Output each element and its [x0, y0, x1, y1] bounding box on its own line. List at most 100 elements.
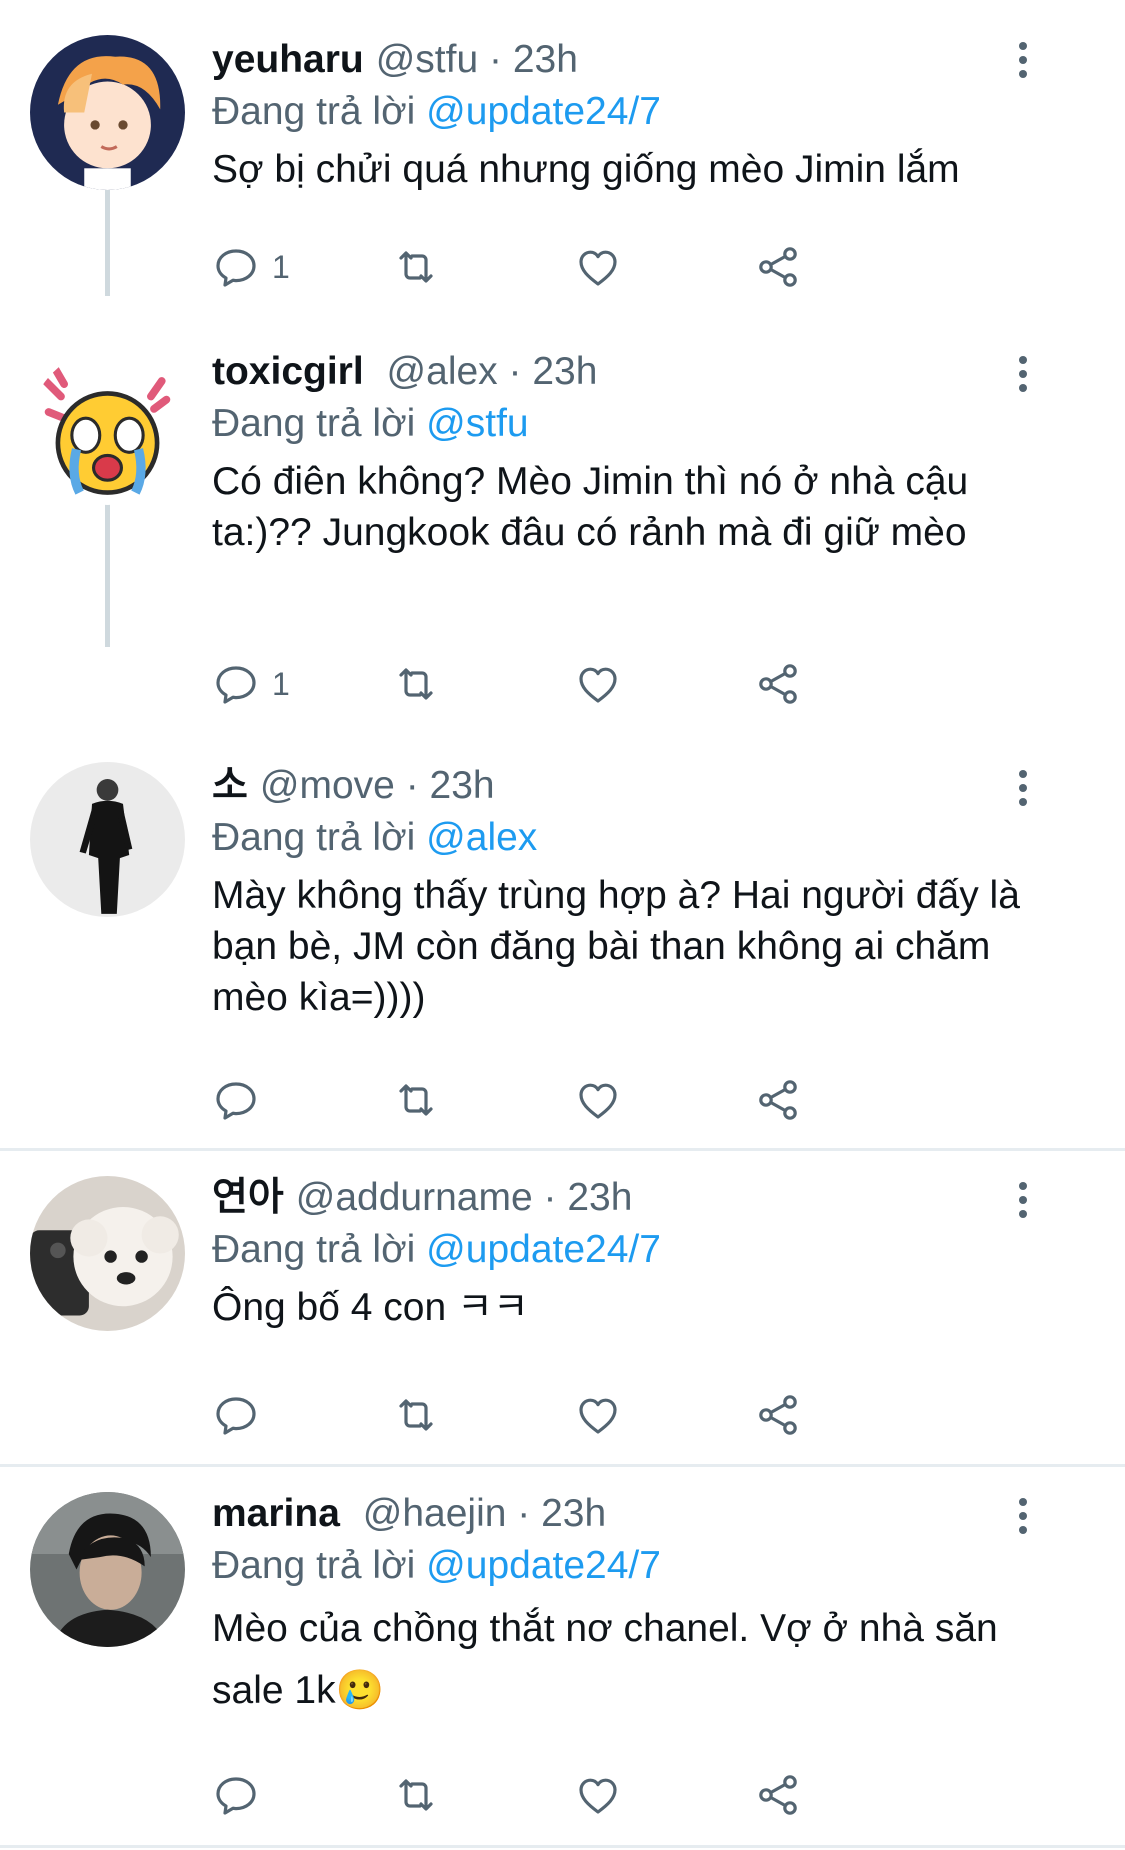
retweet-button[interactable]: [392, 658, 440, 710]
heart-icon: [579, 1083, 617, 1119]
reply-mention[interactable]: @update24/7: [426, 90, 661, 133]
more-options-button[interactable]: [1001, 38, 1045, 82]
divider: [0, 1845, 1125, 1848]
like-button[interactable]: [574, 241, 622, 293]
display-name[interactable]: yeuharu: [212, 38, 364, 81]
crying-emoji-avatar-icon: [30, 350, 185, 505]
more-options-button[interactable]: [1001, 766, 1045, 810]
like-button[interactable]: [574, 1074, 622, 1126]
like-button[interactable]: [574, 658, 622, 710]
tweet-header: yeuharu @stfu · 23h: [212, 34, 1072, 86]
handle[interactable]: @haejin: [363, 1492, 507, 1535]
reply-icon: [216, 1082, 256, 1120]
avatar[interactable]: [30, 35, 185, 190]
more-icon-dot: [1019, 1210, 1027, 1218]
more-icon-dot: [1019, 1512, 1027, 1520]
action-bar: 1: [212, 241, 912, 293]
handle[interactable]: @stfu: [376, 38, 478, 81]
retweet-icon: [399, 1399, 433, 1431]
action-bar: [212, 1389, 912, 1441]
like-button[interactable]: [574, 1769, 622, 1821]
tweet-header: 소 @move · 23h: [212, 760, 1072, 812]
more-icon-dot: [1019, 1498, 1027, 1506]
anime-boy-avatar-icon: [30, 35, 185, 190]
share-icon: [759, 1080, 797, 1120]
timestamp[interactable]: · 23h: [509, 350, 598, 393]
reply-mention[interactable]: @update24/7: [426, 1228, 661, 1271]
avatar[interactable]: [30, 1492, 185, 1647]
action-bar: [212, 1074, 912, 1126]
reply-context: Đang trả lời @update24/7: [212, 1224, 1072, 1276]
reply-button[interactable]: 1: [212, 658, 290, 710]
display-name[interactable]: 연아: [212, 1176, 284, 1219]
share-icon: [759, 1775, 797, 1815]
more-icon-dot: [1019, 1196, 1027, 1204]
more-icon-dot: [1019, 356, 1027, 364]
reply-icon: [216, 666, 256, 704]
man-in-black-avatar-icon: [30, 762, 185, 917]
retweet-icon: [399, 668, 433, 700]
share-button[interactable]: [754, 658, 802, 710]
reply-mention[interactable]: @update24/7: [426, 1544, 661, 1587]
reply-button[interactable]: 1: [212, 241, 290, 293]
retweet-icon: [399, 1084, 433, 1116]
timestamp[interactable]: · 23h: [489, 38, 578, 81]
reply-icon: [216, 1397, 256, 1435]
more-icon-dot: [1019, 370, 1027, 378]
display-name[interactable]: marina: [212, 1492, 340, 1535]
share-button[interactable]: [754, 241, 802, 293]
tweet-header: 연아 @addurname · 23h: [212, 1172, 1072, 1224]
heart-icon: [579, 667, 617, 703]
reply-mention[interactable]: @stfu: [426, 402, 528, 445]
dark-hair-man-avatar-icon: [30, 1492, 185, 1647]
retweet-button[interactable]: [392, 1074, 440, 1126]
reply-button[interactable]: [212, 1074, 272, 1126]
retweet-icon: [399, 251, 433, 283]
divider: [0, 1148, 1125, 1151]
heart-icon: [579, 1778, 617, 1814]
more-icon-dot: [1019, 70, 1027, 78]
more-options-button[interactable]: [1001, 1494, 1045, 1538]
reply-button[interactable]: [212, 1769, 272, 1821]
reply-mention[interactable]: @alex: [426, 816, 537, 859]
avatar[interactable]: [30, 762, 185, 917]
action-bar: 1: [212, 658, 912, 710]
more-options-button[interactable]: [1001, 1178, 1045, 1222]
like-button[interactable]: [574, 1389, 622, 1441]
share-button[interactable]: [754, 1769, 802, 1821]
more-options-button[interactable]: [1001, 352, 1045, 396]
more-icon-dot: [1019, 1526, 1027, 1534]
reply-prefix: Đang trả lời: [212, 90, 416, 133]
handle[interactable]: @move: [260, 764, 395, 807]
avatar[interactable]: [30, 1176, 185, 1331]
tweet-text: Có điên không? Mèo Jimin thì nó ở nhà cậ…: [212, 460, 969, 554]
share-icon: [759, 664, 797, 704]
reply-prefix: Đang trả lời: [212, 1228, 416, 1271]
handle[interactable]: @addurname: [296, 1176, 533, 1219]
reply-button[interactable]: [212, 1389, 272, 1441]
display-name[interactable]: 소: [212, 764, 248, 807]
white-dog-avatar-icon: [30, 1176, 185, 1331]
share-button[interactable]: [754, 1389, 802, 1441]
timestamp[interactable]: · 23h: [517, 1492, 606, 1535]
share-button[interactable]: [754, 1074, 802, 1126]
retweet-button[interactable]: [392, 1769, 440, 1821]
handle[interactable]: @alex: [387, 350, 498, 393]
reply-context: Đang trả lời @update24/7: [212, 1540, 1072, 1592]
tweet-header: marina @haejin · 23h: [212, 1488, 1072, 1540]
reply-context: Đang trả lời @update24/7: [212, 86, 1072, 138]
display-name[interactable]: toxicgirl: [212, 350, 364, 393]
reply-prefix: Đang trả lời: [212, 1544, 416, 1587]
divider: [0, 1464, 1125, 1467]
retweet-button[interactable]: [392, 1389, 440, 1441]
avatar[interactable]: [30, 350, 185, 505]
timestamp[interactable]: · 23h: [406, 764, 495, 807]
tweet-text: Sợ bị chửi quá nhưng giống mèo Jimin lắm: [212, 148, 960, 191]
timestamp[interactable]: · 23h: [544, 1176, 633, 1219]
heart-icon: [579, 1398, 617, 1434]
action-bar: [212, 1769, 912, 1821]
tweet-header: toxicgirl @alex · 23h: [212, 346, 1072, 398]
tweet-text: Mày không thấy trùng hợp à? Hai người đấ…: [212, 874, 1020, 1019]
retweet-button[interactable]: [392, 241, 440, 293]
reply-context: Đang trả lời @stfu: [212, 398, 1072, 450]
